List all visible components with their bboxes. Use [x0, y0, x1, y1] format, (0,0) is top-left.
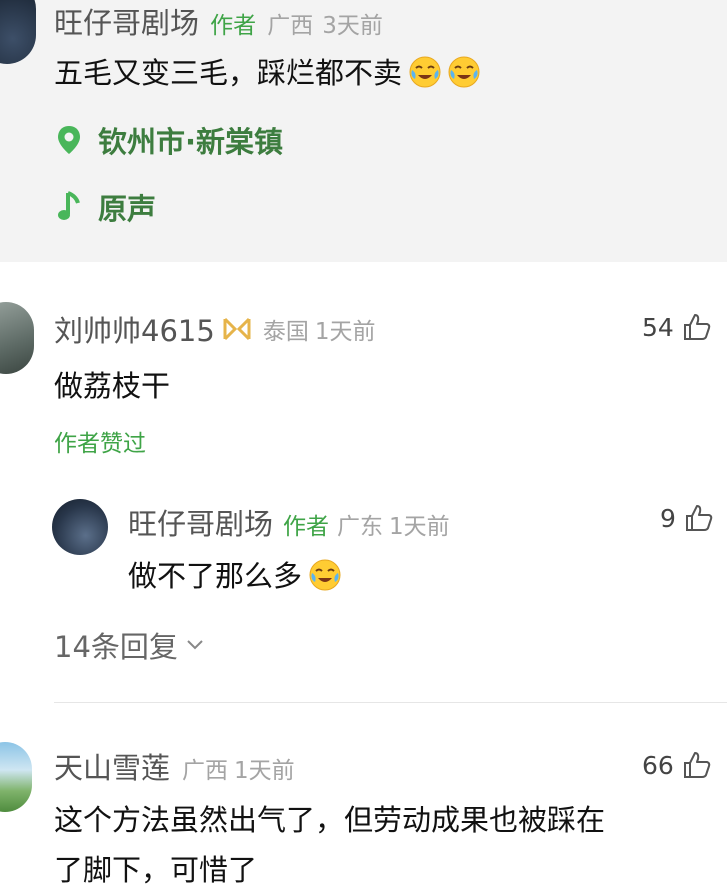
commenter-avatar[interactable] — [0, 302, 34, 374]
divider — [54, 702, 727, 703]
reply-author-tag: 作者 — [283, 514, 330, 540]
reply-like-button[interactable]: 9 — [660, 503, 714, 533]
post-author-name[interactable]: 旺仔哥剧场 — [54, 6, 199, 40]
like-button[interactable]: 54 — [642, 312, 712, 342]
commenter-avatar[interactable] — [0, 742, 32, 812]
expand-replies-button[interactable]: 14条回复 — [54, 624, 204, 666]
post-time: 3天前 — [322, 13, 383, 39]
post-region: 广西 — [267, 13, 314, 39]
thumbs-up-icon — [683, 752, 711, 778]
location-text: 钦州市·新棠镇 — [98, 125, 284, 159]
sound-text: 原声 — [98, 192, 157, 226]
like-count: 66 — [642, 750, 674, 780]
reply-author-avatar[interactable] — [52, 499, 108, 555]
cry-laugh-emoji — [309, 559, 341, 591]
commenter-name[interactable]: 天山雪莲 — [54, 745, 170, 787]
author-tag: 作者 — [210, 13, 257, 39]
chevron-down-icon — [187, 640, 203, 650]
location-link[interactable]: 钦州市·新棠镇 — [56, 119, 283, 161]
post-text: 五毛又变三毛，踩烂都不卖 — [54, 56, 403, 90]
comment-text-line2: 了脚下，可惜了 — [54, 853, 258, 887]
comment-region: 泰国 — [262, 319, 309, 345]
more-replies-label: 14条回复 — [54, 630, 178, 664]
like-count: 54 — [642, 312, 674, 342]
cry-laugh-emoji — [448, 56, 480, 88]
music-note-icon — [58, 191, 80, 220]
thumbs-up-icon — [685, 505, 713, 531]
commenter-name[interactable]: 刘帅帅4615 — [54, 308, 215, 350]
comment-time: 1天前 — [314, 319, 376, 345]
like-button[interactable]: 66 — [642, 750, 712, 780]
reply-text: 做不了那么多 — [128, 559, 303, 593]
author-liked-label: 作者赞过 — [54, 431, 146, 457]
thumbs-up-icon — [683, 314, 711, 340]
reply-region: 广东 — [337, 514, 384, 540]
reply-like-count: 9 — [660, 503, 676, 533]
comment-text: 做荔枝干 — [54, 369, 171, 403]
cry-laugh-emoji — [409, 56, 441, 88]
comment-time: 1天前 — [234, 758, 295, 784]
location-pin-icon — [58, 126, 80, 154]
sound-link[interactable]: 原声 — [56, 186, 156, 228]
reply-author-name[interactable]: 旺仔哥剧场 — [128, 501, 273, 543]
ribbon-badge-icon — [223, 317, 251, 341]
comment-text-line1: 这个方法虽然出气了，但劳动成果也被踩在 — [54, 803, 606, 837]
reply-time: 1天前 — [389, 514, 450, 540]
comment-region: 广西 — [182, 758, 229, 784]
